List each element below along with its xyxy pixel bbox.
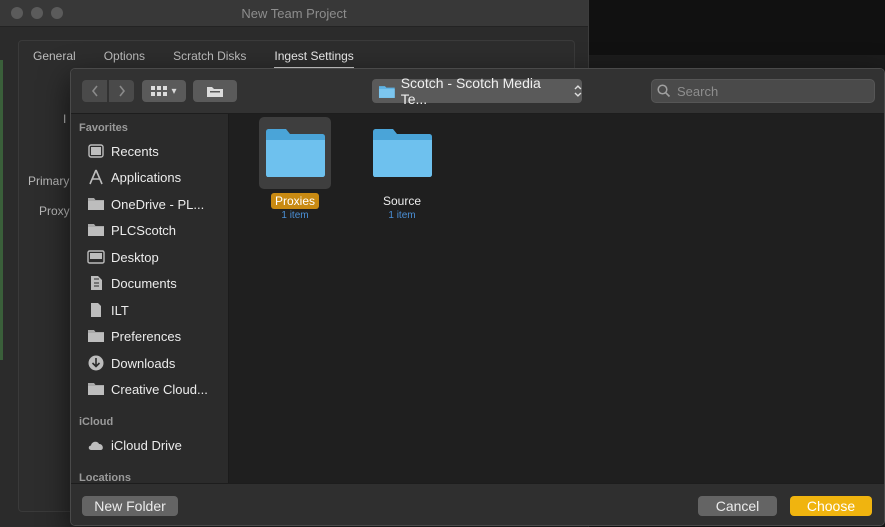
dialog-footer: New Folder Cancel Choose (71, 483, 884, 525)
tab-scratch-disks[interactable]: Scratch Disks (173, 49, 246, 68)
sidebar-item-desktop[interactable]: Desktop (87, 246, 225, 268)
folder-name: Source (382, 194, 422, 208)
cloud-icon (87, 436, 105, 454)
folder-icon (87, 195, 105, 213)
sidebar-item-applications[interactable]: Applications (87, 166, 225, 188)
folder-name: Proxies (270, 193, 319, 209)
window-titlebar: New Team Project (0, 0, 588, 27)
tab-general[interactable]: General (33, 49, 76, 68)
forward-button[interactable] (109, 80, 134, 102)
choose-button[interactable]: Choose (790, 496, 872, 516)
new-folder-button[interactable]: New Folder (82, 496, 178, 516)
folder-item-proxies[interactable]: Proxies 1 item (250, 117, 340, 221)
locations-header: Locations (79, 472, 131, 483)
sidebar-item-recents[interactable]: Recents (87, 140, 225, 162)
ingest-label: I (63, 112, 67, 126)
chevron-right-icon (118, 85, 125, 97)
choose-folder-dialog: ▾ Scotch - Scotch Media Te... Favorites (70, 68, 885, 526)
folder-group-icon (207, 86, 223, 97)
folder-icon (266, 129, 325, 177)
primary-label: Primary (28, 174, 70, 188)
updown-chevron-icon (574, 85, 582, 97)
chevron-down-icon: ▾ (171, 85, 177, 97)
grid-view-icon (151, 86, 168, 96)
sidebar-item-documents[interactable]: Documents (87, 272, 225, 294)
sidebar-item-preferences[interactable]: Preferences (87, 325, 225, 347)
icloud-header: iCloud (79, 416, 114, 428)
chevron-left-icon (91, 85, 98, 97)
sidebar-item-ilt[interactable]: ILT (87, 299, 225, 321)
settings-tabs: General Options Scratch Disks Ingest Set… (33, 49, 382, 68)
download-icon (87, 354, 105, 372)
folder-icon (87, 380, 105, 398)
folder-thumbnail (259, 117, 331, 189)
clock-icon (87, 142, 105, 160)
folder-item-count: 1 item (388, 210, 416, 221)
file-icon (87, 301, 105, 319)
sidebar: Favorites Recents Applications OneDrive … (71, 114, 229, 483)
folder-icon (373, 129, 432, 177)
sidebar-item-downloads[interactable]: Downloads (87, 352, 225, 374)
navigation-buttons (82, 80, 134, 102)
path-label: Scotch - Scotch Media Te... (400, 75, 541, 107)
sidebar-item-creative-cloud[interactable]: Creative Cloud... (87, 378, 225, 400)
path-popup-button[interactable]: Scotch - Scotch Media Te... (372, 75, 582, 107)
applications-icon (87, 168, 105, 186)
proxy-label: Proxy (39, 204, 70, 218)
folder-icon (87, 221, 105, 239)
folder-item-source[interactable]: Source 1 item (357, 117, 447, 221)
group-button[interactable] (193, 80, 237, 102)
dialog-toolbar: ▾ Scotch - Scotch Media Te... (71, 69, 884, 114)
search-icon (657, 84, 671, 98)
cancel-button[interactable]: Cancel (698, 496, 777, 516)
file-browser: Proxies 1 item Source 1 item (229, 114, 884, 483)
sidebar-item-plcscotch[interactable]: PLCScotch (87, 219, 225, 241)
folder-item-count: 1 item (281, 210, 309, 221)
folder-icon (378, 85, 395, 98)
background-strip-top (588, 0, 885, 55)
tab-options[interactable]: Options (104, 49, 145, 68)
window-title: New Team Project (241, 6, 347, 21)
folder-thumbnail (366, 117, 438, 189)
search-input[interactable] (675, 82, 859, 100)
search-field[interactable] (651, 79, 875, 103)
background-accent-edge (0, 60, 3, 360)
sidebar-item-onedrive[interactable]: OneDrive - PL... (87, 193, 225, 215)
view-mode-button[interactable]: ▾ (142, 80, 186, 102)
folder-icon (87, 327, 105, 345)
document-icon (87, 274, 105, 292)
favorites-header: Favorites (79, 122, 128, 134)
back-button[interactable] (82, 80, 107, 102)
desktop-icon (87, 248, 105, 266)
tab-ingest-settings[interactable]: Ingest Settings (274, 49, 354, 68)
sidebar-item-icloud-drive[interactable]: iCloud Drive (87, 434, 225, 456)
